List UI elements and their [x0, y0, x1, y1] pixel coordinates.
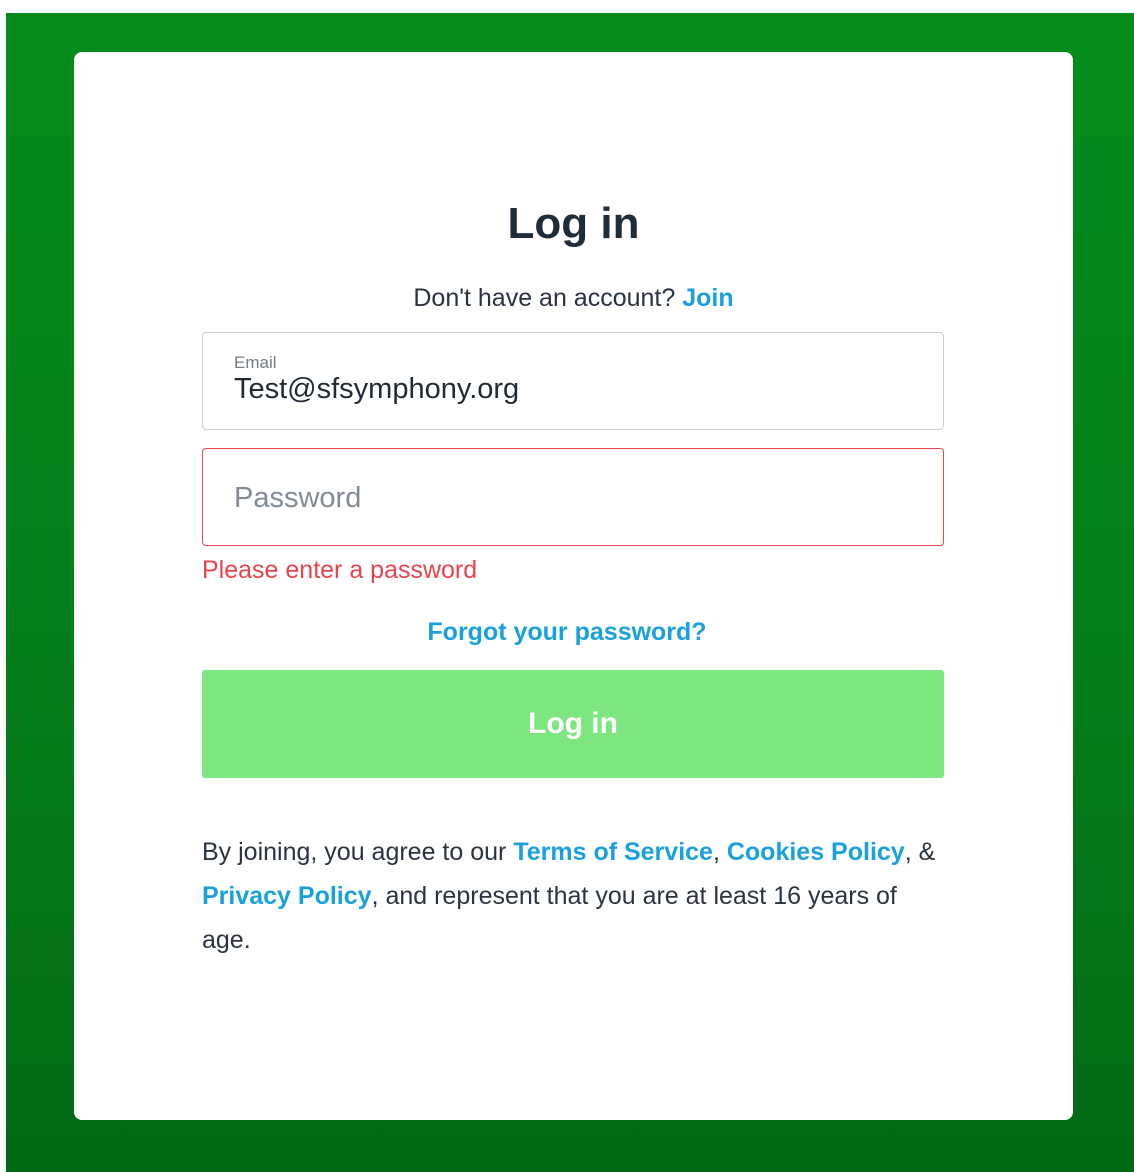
password-error: Please enter a password	[202, 556, 478, 584]
terms-of-service-link[interactable]: Terms of Service	[513, 838, 713, 866]
privacy-policy-link[interactable]: Privacy Policy	[202, 882, 372, 910]
legal-notice: By joining, you agree to our Terms of Se…	[202, 830, 947, 962]
forgot-password-row: Forgot your password?	[0, 616, 1134, 648]
forgot-password-link[interactable]: Forgot your password?	[427, 618, 706, 646]
email-input[interactable]: Test@sfsymphony.org	[234, 371, 519, 407]
cookies-policy-link[interactable]: Cookies Policy	[727, 838, 905, 866]
signup-prompt-text: Don't have an account?	[413, 284, 676, 312]
email-field[interactable]: Email Test@sfsymphony.org	[202, 332, 944, 430]
legal-prefix: By joining, you agree to our	[202, 838, 514, 866]
page-title: Log in	[507, 199, 640, 248]
signup-prompt: Don't have an account? Join	[74, 282, 1073, 314]
login-button[interactable]: Log in	[202, 670, 944, 778]
legal-separator: , &	[904, 838, 936, 866]
password-input[interactable]: Password	[234, 480, 361, 516]
legal-separator: ,	[712, 838, 727, 866]
email-label: Email	[234, 353, 277, 372]
join-link[interactable]: Join	[682, 284, 733, 312]
password-field[interactable]: Password	[202, 448, 944, 546]
